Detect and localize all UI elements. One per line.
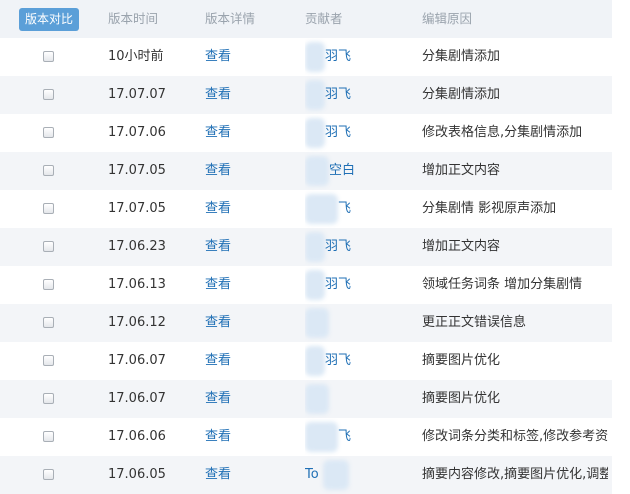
row-checkbox[interactable] xyxy=(43,203,54,214)
contributor-name[interactable]: 羽飞 xyxy=(325,266,351,304)
redacted-username xyxy=(305,384,329,414)
table-row: 17.07.07 查看 羽飞 分集剧情添加 xyxy=(0,76,612,114)
version-time: 17.06.05 xyxy=(108,467,166,482)
edit-reason: 修改词条分类和标签,修改参考资... xyxy=(422,429,608,444)
version-time: 17.07.07 xyxy=(108,87,166,102)
row-checkbox[interactable] xyxy=(43,51,54,62)
view-link[interactable]: 查看 xyxy=(205,163,231,178)
version-time: 17.06.06 xyxy=(108,429,166,444)
table-row: 17.06.07 查看 羽飞 摘要图片优化 xyxy=(0,342,612,380)
view-link[interactable]: 查看 xyxy=(205,49,231,64)
view-link[interactable]: 查看 xyxy=(205,277,231,292)
redacted-username xyxy=(305,194,338,224)
edit-reason: 更正正文错误信息 xyxy=(422,315,527,330)
table-row: 17.06.23 查看 羽飞 增加正文内容 xyxy=(0,228,612,266)
redacted-username xyxy=(323,460,349,490)
contributor-name[interactable]: 羽飞 xyxy=(325,76,351,114)
view-link[interactable]: 查看 xyxy=(205,353,231,368)
redacted-username xyxy=(305,80,325,110)
table-row: 17.07.06 查看 羽飞 修改表格信息,分集剧情添加 xyxy=(0,114,612,152)
row-checkbox[interactable] xyxy=(43,431,54,442)
version-time: 17.07.06 xyxy=(108,125,166,140)
redacted-username xyxy=(305,156,329,186)
version-time: 17.07.05 xyxy=(108,201,166,216)
edit-reason: 增加正文内容 xyxy=(422,239,501,254)
table-header: 版本对比 版本时间 版本详情 贡献者 编辑原因 xyxy=(0,0,612,38)
header-version-time: 版本时间 xyxy=(108,11,159,26)
version-time: 10小时前 xyxy=(108,49,164,64)
redacted-username xyxy=(305,308,329,338)
redacted-username xyxy=(305,422,338,452)
header-contributor: 贡献者 xyxy=(305,11,343,26)
table-row: 17.06.05 查看 To 摘要内容修改,摘要图片优化,调整... xyxy=(0,456,612,494)
row-checkbox[interactable] xyxy=(43,317,54,328)
edit-reason: 分集剧情添加 xyxy=(422,87,501,102)
view-link[interactable]: 查看 xyxy=(205,239,231,254)
redacted-username xyxy=(305,42,325,72)
row-checkbox[interactable] xyxy=(43,127,54,138)
table-row: 17.07.05 查看 空白 增加正文内容 xyxy=(0,152,612,190)
version-time: 17.06.07 xyxy=(108,391,166,406)
header-version-detail: 版本详情 xyxy=(205,11,256,26)
redacted-username xyxy=(305,118,325,148)
edit-reason: 分集剧情添加 xyxy=(422,49,501,64)
row-checkbox[interactable] xyxy=(43,355,54,366)
version-history-table: 版本对比 版本时间 版本详情 贡献者 编辑原因 10小时前 查看 羽飞 分集剧情… xyxy=(0,0,612,494)
version-time: 17.06.13 xyxy=(108,277,166,292)
redacted-username xyxy=(305,346,325,376)
redacted-username xyxy=(305,232,325,262)
row-checkbox[interactable] xyxy=(43,89,54,100)
edit-reason: 摘要图片优化 xyxy=(422,391,501,406)
contributor-name[interactable]: 羽飞 xyxy=(325,38,351,76)
row-checkbox[interactable] xyxy=(43,241,54,252)
version-time: 17.06.23 xyxy=(108,239,166,254)
table-row: 17.06.12 查看 更正正文错误信息 xyxy=(0,304,612,342)
redacted-username xyxy=(305,270,325,300)
table-row: 17.07.05 查看 飞 分集剧情 影视原声添加 xyxy=(0,190,612,228)
view-link[interactable]: 查看 xyxy=(205,391,231,406)
table-row: 10小时前 查看 羽飞 分集剧情添加 xyxy=(0,38,612,76)
table-row: 17.06.13 查看 羽飞 领域任务词条 增加分集剧情 xyxy=(0,266,612,304)
compare-versions-button[interactable]: 版本对比 xyxy=(19,8,79,31)
view-link[interactable]: 查看 xyxy=(205,125,231,140)
contributor-name[interactable]: 羽飞 xyxy=(325,228,351,266)
edit-reason: 修改表格信息,分集剧情添加 xyxy=(422,125,583,140)
row-checkbox[interactable] xyxy=(43,165,54,176)
contributor-name[interactable]: 飞 xyxy=(338,418,351,456)
view-link[interactable]: 查看 xyxy=(205,201,231,216)
header-edit-reason: 编辑原因 xyxy=(422,11,473,26)
view-link[interactable]: 查看 xyxy=(205,87,231,102)
view-link[interactable]: 查看 xyxy=(205,467,231,482)
view-link[interactable]: 查看 xyxy=(205,315,231,330)
edit-reason: 摘要图片优化 xyxy=(422,353,501,368)
row-checkbox[interactable] xyxy=(43,279,54,290)
view-link[interactable]: 查看 xyxy=(205,429,231,444)
table-row: 17.06.06 查看 飞 修改词条分类和标签,修改参考资... xyxy=(0,418,612,456)
contributor-name[interactable]: 飞 xyxy=(338,190,351,228)
contributor-name[interactable]: 空白 xyxy=(329,152,355,190)
row-checkbox[interactable] xyxy=(43,469,54,480)
row-checkbox[interactable] xyxy=(43,393,54,404)
contributor-name[interactable]: 羽飞 xyxy=(325,114,351,152)
table-row: 17.06.07 查看 摘要图片优化 xyxy=(0,380,612,418)
contributor-name[interactable]: To xyxy=(305,456,319,494)
contributor-name[interactable]: 羽飞 xyxy=(325,342,351,380)
edit-reason: 增加正文内容 xyxy=(422,163,501,178)
version-time: 17.06.07 xyxy=(108,353,166,368)
edit-reason: 领域任务词条 增加分集剧情 xyxy=(422,277,583,292)
edit-reason: 摘要内容修改,摘要图片优化,调整... xyxy=(422,467,608,482)
edit-reason: 分集剧情 影视原声添加 xyxy=(422,201,557,216)
version-time: 17.06.12 xyxy=(108,315,166,330)
version-time: 17.07.05 xyxy=(108,163,166,178)
